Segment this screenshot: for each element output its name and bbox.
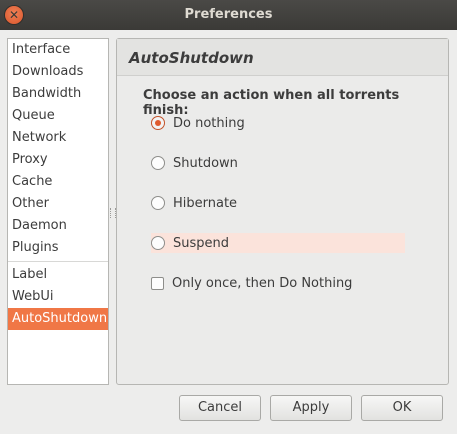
radio-suspend[interactable]: Suspend [151,233,405,253]
radio-label: Suspend [173,235,230,251]
window-title: Preferences [184,7,273,22]
panel-title: AutoShutdown [117,39,448,76]
sidebar-item-interface[interactable]: Interface [8,39,108,61]
preferences-window: ✕ Preferences Interface Downloads Bandwi… [0,0,457,434]
close-icon[interactable]: ✕ [5,6,23,24]
checkbox-label: Only once, then Do Nothing [172,275,353,291]
sidebar-item-cache[interactable]: Cache [8,171,108,193]
radio-label: Hibernate [173,195,238,211]
sidebar-item-autoshutdown[interactable]: AutoShutdown [8,308,108,330]
sidebar-item-daemon[interactable]: Daemon [8,215,108,237]
radio-label: Shutdown [173,155,238,171]
sidebar-item-other[interactable]: Other [8,193,108,215]
radio-checked-icon[interactable] [151,116,165,130]
radio-unchecked-icon[interactable] [151,196,165,210]
radio-do-nothing[interactable]: Do nothing [151,113,405,133]
sidebar-item-network[interactable]: Network [8,127,108,149]
category-list: Interface Downloads Bandwidth Queue Netw… [7,38,109,385]
checkbox-icon[interactable] [151,276,164,290]
radio-hibernate[interactable]: Hibernate [151,193,405,213]
radio-unchecked-icon[interactable] [151,156,165,170]
sidebar-item-plugins[interactable]: Plugins [8,237,108,259]
sidebar-item-proxy[interactable]: Proxy [8,149,108,171]
radio-unchecked-icon[interactable] [151,236,165,250]
sidebar-divider [8,261,108,262]
apply-button[interactable]: Apply [270,395,352,421]
sidebar-item-queue[interactable]: Queue [8,105,108,127]
sidebar-item-bandwidth[interactable]: Bandwidth [8,83,108,105]
only-once-checkbox[interactable]: Only once, then Do Nothing [151,273,405,293]
ok-button[interactable]: OK [361,395,443,421]
sidebar-item-webui[interactable]: WebUi [8,286,108,308]
title-bar: ✕ Preferences [0,0,457,30]
cancel-button[interactable]: Cancel [179,395,261,421]
autoshutdown-panel: AutoShutdown Choose an action when all t… [116,38,449,385]
sidebar-item-label[interactable]: Label [8,264,108,286]
radio-label: Do nothing [173,115,245,131]
sidebar-item-downloads[interactable]: Downloads [8,61,108,83]
radio-shutdown[interactable]: Shutdown [151,153,405,173]
